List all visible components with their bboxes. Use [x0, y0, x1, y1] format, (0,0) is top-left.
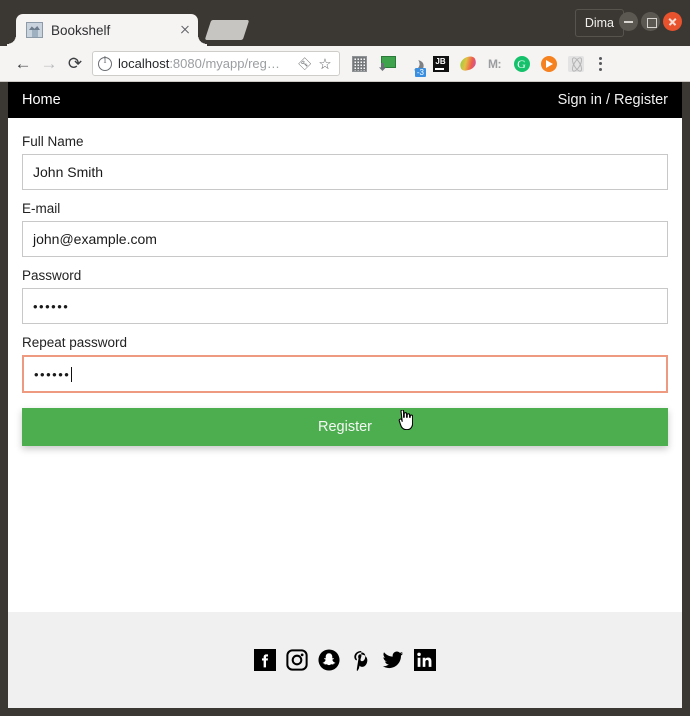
minimize-icon[interactable] [619, 12, 638, 31]
colorful-bird-extension-icon[interactable] [454, 51, 481, 77]
snapchat-icon[interactable] [318, 649, 340, 671]
password-input[interactable]: •••••• [22, 288, 668, 324]
full-name-value: John Smith [33, 164, 104, 180]
remote-desktop-extension-icon[interactable] [373, 51, 400, 77]
momentum-extension-icon[interactable]: M: [481, 51, 508, 77]
repeat-password-value: •••••• [34, 366, 71, 382]
registration-form: Full Name John Smith E-mail john@example… [8, 118, 682, 612]
register-button[interactable]: Register [22, 408, 668, 446]
night-mode-badge: -3 [414, 67, 426, 77]
nav-link-home[interactable]: Home [22, 92, 61, 108]
site-footer [8, 612, 682, 708]
window-controls [619, 12, 682, 31]
linkedin-icon[interactable] [414, 649, 436, 671]
twitter-icon[interactable] [382, 649, 404, 671]
browser-tab[interactable]: Bookshelf [7, 14, 207, 46]
instagram-icon[interactable] [286, 649, 308, 671]
close-icon[interactable] [176, 21, 194, 39]
full-name-input[interactable]: John Smith [22, 154, 668, 190]
page-viewport: Home Sign in / Register Full Name John S… [8, 82, 682, 708]
three-dot-menu-icon[interactable] [589, 51, 611, 77]
url-host: localhost [118, 56, 170, 71]
broken-image-icon [26, 22, 43, 38]
user-account-button[interactable]: Dima [574, 9, 624, 37]
player-extension-icon[interactable] [535, 51, 562, 77]
browser-window: Bookshelf Dima ← → ⟳ localhost:8080/myap… [0, 0, 690, 716]
close-window-icon[interactable] [663, 12, 682, 31]
email-value: john@example.com [33, 231, 157, 247]
star-icon[interactable]: ☆ [316, 55, 334, 73]
email-input[interactable]: john@example.com [22, 221, 668, 257]
react-devtools-extension-icon[interactable] [562, 51, 589, 77]
pinterest-icon[interactable] [350, 649, 372, 671]
url-text: localhost:8080/myapp/reg… [118, 56, 296, 71]
label-email: E-mail [22, 201, 61, 216]
url-path: :8080/myapp/reg… [169, 56, 280, 71]
nav-link-signin-register[interactable]: Sign in / Register [558, 92, 668, 108]
forward-icon: → [40, 53, 58, 73]
night-mode-extension-icon[interactable]: -3 [400, 51, 427, 77]
label-repeat-password: Repeat password [22, 335, 128, 350]
label-password: Password [22, 268, 82, 283]
password-value: •••••• [33, 298, 70, 314]
info-icon[interactable] [98, 55, 112, 71]
text-caret [71, 366, 73, 382]
jetbrains-extension-icon[interactable]: JB [427, 51, 454, 77]
qr-code-extension-icon[interactable] [346, 51, 373, 77]
address-bar[interactable]: localhost:8080/myapp/reg… ⚿ ☆ [92, 51, 340, 76]
label-full-name: Full Name [22, 134, 84, 149]
tab-title: Bookshelf [51, 22, 111, 38]
title-bar: Bookshelf Dima [0, 0, 690, 46]
repeat-password-input[interactable]: •••••• [22, 355, 668, 393]
key-icon[interactable]: ⚿ [293, 51, 317, 75]
user-account-label: Dima [584, 16, 614, 30]
grammarly-extension-icon[interactable]: G [508, 51, 535, 77]
maximize-icon[interactable] [641, 12, 660, 31]
site-navbar: Home Sign in / Register [8, 82, 682, 118]
back-icon[interactable]: ← [10, 51, 36, 77]
new-tab-button[interactable] [204, 20, 250, 40]
extensions-bar: -3 JB M: G [346, 51, 611, 77]
facebook-icon[interactable] [254, 649, 276, 671]
browser-toolbar: ← → ⟳ localhost:8080/myapp/reg… ⚿ ☆ -3 J… [0, 46, 690, 82]
reload-icon[interactable]: ⟳ [62, 51, 88, 77]
